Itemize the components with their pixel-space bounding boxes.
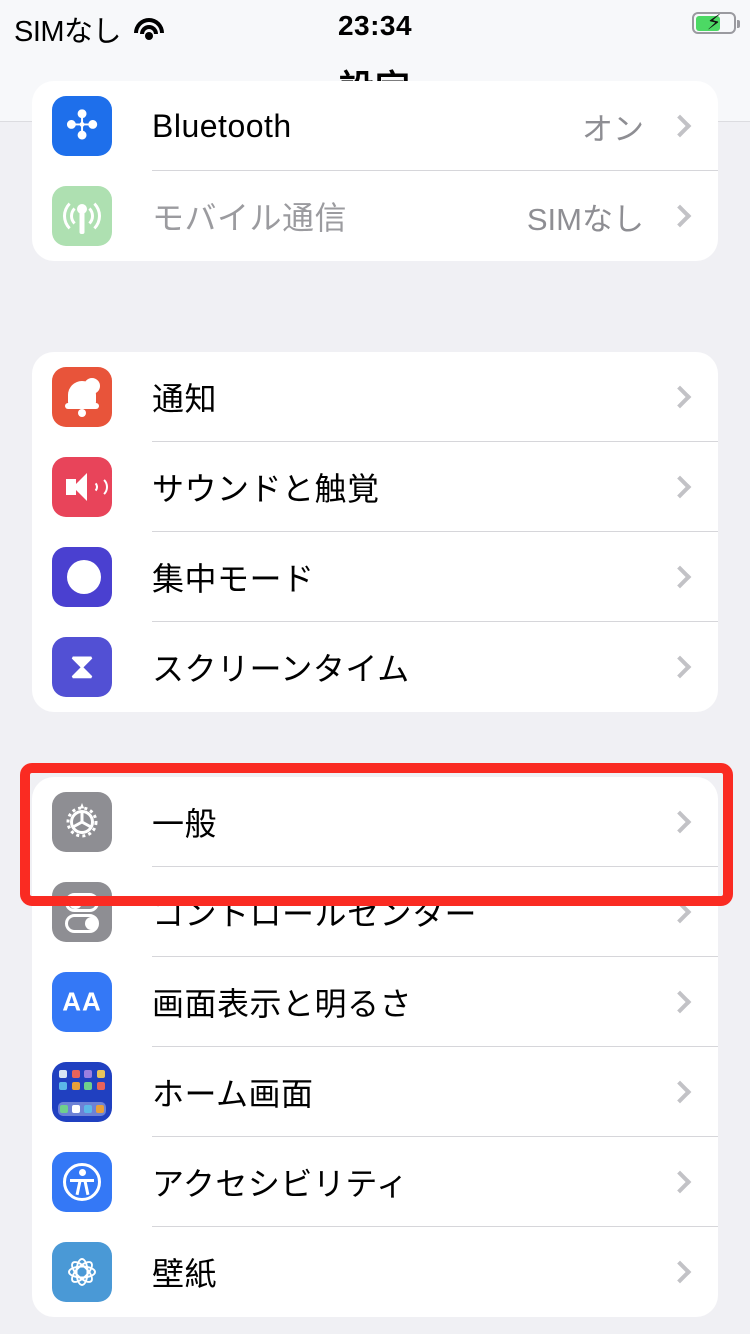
settings-row-home-screen[interactable]: ホーム画面: [32, 1047, 718, 1137]
settings-row-cellular[interactable]: モバイル通信 SIMなし: [32, 171, 718, 261]
chevron-right-icon: [668, 114, 692, 138]
chevron-right-icon: [668, 1080, 692, 1104]
settings-row-value: オン: [582, 111, 644, 147]
settings-row-bluetooth[interactable]: ✣ Bluetooth オン: [32, 81, 718, 171]
settings-row-label: コントロールセンター: [152, 896, 478, 932]
bluetooth-icon: ✣: [52, 96, 112, 156]
settings-row-label: 一般: [152, 806, 218, 842]
settings-row-label: 画面表示と明るさ: [152, 986, 413, 1022]
settings-row-display-brightness[interactable]: AA 画面表示と明るさ: [32, 957, 718, 1047]
chevron-right-icon: [668, 655, 692, 679]
settings-row-general[interactable]: 一般: [32, 777, 718, 867]
chevron-right-icon: [668, 475, 692, 499]
settings-row-label: 通知: [152, 381, 218, 417]
general-gear-icon: [52, 792, 112, 852]
settings-row-label: 壁紙: [152, 1256, 218, 1292]
chevron-right-icon: [668, 810, 692, 834]
wallpaper-flower-icon: [52, 1242, 112, 1302]
settings-row-label: サウンドと触覚: [152, 471, 380, 507]
chevron-right-icon: [668, 990, 692, 1014]
accessibility-person-icon: [52, 1152, 112, 1212]
settings-row-accessibility[interactable]: アクセシビリティ: [32, 1137, 718, 1227]
settings-row-value: SIMなし: [526, 201, 644, 237]
settings-row-notifications[interactable]: 通知: [32, 352, 718, 442]
settings-group-alerts: 通知 サウンドと触覚 集中モード ⧗ スクリーンタイム: [32, 352, 718, 712]
battery-charging-icon: ⚡: [692, 12, 740, 34]
control-center-toggles-icon: [52, 882, 112, 942]
screen-time-hourglass-icon: ⧗: [52, 637, 112, 697]
chevron-right-icon: [668, 385, 692, 409]
settings-row-label: 集中モード: [152, 561, 315, 597]
settings-list[interactable]: ✣ Bluetooth オン モバイル通信 SIMなし 通知 サウンドと触覚 集…: [0, 81, 750, 1334]
settings-row-focus[interactable]: 集中モード: [32, 532, 718, 622]
settings-row-label: アクセシビリティ: [152, 1166, 409, 1202]
settings-row-sounds-haptics[interactable]: サウンドと触覚: [32, 442, 718, 532]
chevron-right-icon: [668, 565, 692, 589]
settings-row-wallpaper[interactable]: 壁紙: [32, 1227, 718, 1317]
home-screen-grid-icon: [52, 1062, 112, 1122]
chevron-right-icon: [668, 204, 692, 228]
sound-speaker-icon: [52, 457, 112, 517]
chevron-right-icon: [668, 900, 692, 924]
notifications-bell-icon: [52, 367, 112, 427]
settings-group-connectivity: ✣ Bluetooth オン モバイル通信 SIMなし: [32, 81, 718, 261]
settings-row-label: ホーム画面: [152, 1076, 314, 1112]
settings-screen: SIMなし 23:34 ⚡ 設定 ✣ Bluetooth オン: [0, 0, 750, 1334]
settings-row-screen-time[interactable]: ⧗ スクリーンタイム: [32, 622, 718, 712]
settings-group-system: 一般 コントロールセンター AA 画面表示と明るさ ホーム画面 アクセシビリティ…: [32, 777, 718, 1317]
status-bar-right: ⚡: [692, 12, 740, 34]
settings-row-label: Bluetooth: [152, 107, 292, 144]
cellular-icon: [52, 186, 112, 246]
status-bar: SIMなし 23:34 ⚡: [0, 0, 750, 50]
settings-row-label: モバイル通信: [152, 200, 348, 236]
display-brightness-aa-icon: AA: [52, 972, 112, 1032]
settings-row-label: スクリーンタイム: [152, 651, 410, 687]
settings-row-control-center[interactable]: コントロールセンター: [32, 867, 718, 957]
chevron-right-icon: [668, 1260, 692, 1284]
status-bar-clock: 23:34: [337, 10, 413, 41]
chevron-right-icon: [668, 1170, 692, 1194]
focus-moon-icon: [52, 547, 112, 607]
